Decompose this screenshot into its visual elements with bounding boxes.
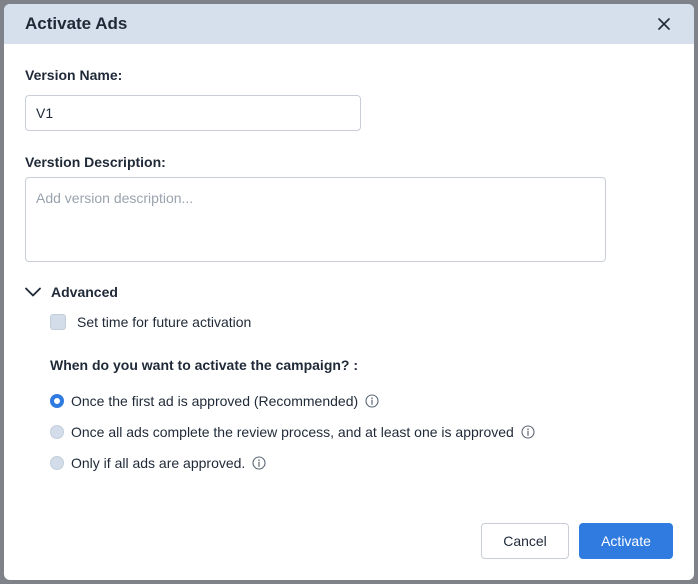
activation-question: When do you want to activate the campaig… [50,357,359,373]
version-description-label: Verstion Description: [25,154,166,170]
info-icon[interactable] [252,456,266,470]
radio-option-all-approved[interactable]: Only if all ads are approved. [50,455,266,471]
advanced-toggle[interactable]: Advanced [25,284,118,300]
radio-option-all-reviewed[interactable]: Once all ads complete the review process… [50,424,535,440]
radio-label: Once all ads complete the review process… [71,424,514,440]
future-activation-checkbox[interactable] [50,314,66,330]
radio-button-all-reviewed[interactable] [50,425,64,439]
chevron-down-icon [25,287,41,297]
radio-label: Only if all ads are approved. [71,455,246,471]
version-description-textarea[interactable] [25,177,606,262]
info-icon[interactable] [365,394,379,408]
close-icon [658,18,670,30]
future-activation-label: Set time for future activation [77,314,252,330]
activate-button[interactable]: Activate [579,523,673,559]
dialog-title: Activate Ads [25,14,128,33]
radio-button-all-approved[interactable] [50,456,64,470]
dialog-header: Activate Ads [4,4,694,44]
advanced-label: Advanced [51,284,118,300]
info-icon[interactable] [521,425,535,439]
version-name-input[interactable] [25,95,361,131]
version-name-label: Version Name: [25,67,123,83]
radio-button-first-approved[interactable] [50,394,64,408]
future-activation-checkbox-row[interactable]: Set time for future activation [50,314,251,330]
cancel-button[interactable]: Cancel [481,523,569,559]
radio-label: Once the first ad is approved (Recommend… [71,393,359,409]
activate-ads-dialog: Activate Ads Version Name: Verstion Desc… [4,4,694,580]
radio-option-first-approved[interactable]: Once the first ad is approved (Recommend… [50,393,379,409]
close-button[interactable] [654,14,674,34]
